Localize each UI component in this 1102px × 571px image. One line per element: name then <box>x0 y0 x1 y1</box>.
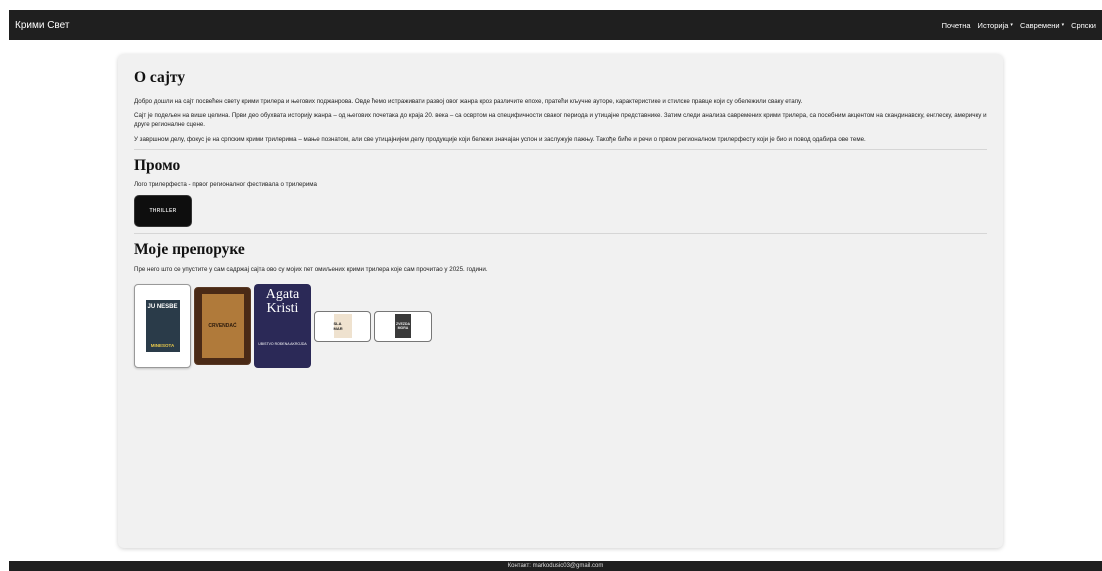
thrillerfest-logo-image[interactable]: THRILLER <box>134 195 192 228</box>
promo-text: Лого трилерфеста - првог регионалног фес… <box>134 180 317 188</box>
nav-item-history-label: Историја <box>977 20 1009 30</box>
about-paragraph-1: Добро дошли на сајт посвећен свету крими… <box>134 98 803 105</box>
about-title: О сајту <box>134 69 186 86</box>
book-cover-3-subtitle: UBISTVO ROĐENA AKROJDA <box>258 342 307 347</box>
book-cover-1-title: JU NESBE <box>147 304 178 311</box>
footer-contact[interactable]: Контакт: markodusic03@gmail.com <box>508 561 604 571</box>
page-footer: Контакт: markodusic03@gmail.com <box>9 561 1102 571</box>
book-cover-3-title: Agata Kristi <box>265 287 300 317</box>
nav-item-home[interactable]: Почетна <box>942 21 971 30</box>
promo-title: Промо <box>134 156 181 174</box>
about-paragraph-2: Сајт је подељен на више целина. Први део… <box>134 112 987 129</box>
recommendations-text: Пре него што се упустите у сам садржај с… <box>134 266 488 274</box>
top-navbar: Крими Свет Почетна Историја ▾ Савремени … <box>9 10 1102 40</box>
nav-item-contemporary-label: Савремени <box>1019 20 1060 30</box>
nav-item-serbian[interactable]: Српски <box>1071 21 1096 30</box>
book-cover-4-title: SLA MAR <box>333 321 343 332</box>
nav-item-history[interactable]: Историја ▾ <box>978 21 1013 30</box>
content-card: О сајту Добро дошли на сајт посвећен све… <box>118 54 1003 548</box>
nav-item-serbian-label: Српски <box>1071 20 1096 30</box>
book-cover-5-title: ZVEZDA MORA <box>396 322 410 331</box>
section-divider <box>134 148 987 150</box>
recommendations-title: Моје препоруке <box>134 241 245 259</box>
nav-item-home-label: Почетна <box>941 20 971 30</box>
book-cover-1-subtitle: MINESOTA <box>150 343 175 349</box>
section-divider <box>134 233 987 235</box>
book-cover-2-title: CRVENDAĆ <box>208 323 237 330</box>
brand-link[interactable]: Крими Свет <box>15 20 69 31</box>
caret-down-icon: ▾ <box>1061 22 1065 28</box>
main-nav: Почетна Историја ▾ Савремени ▾ Српски <box>942 21 1096 30</box>
book-cover-1[interactable]: JU NESBE MINESOTA <box>134 284 191 369</box>
caret-down-icon: ▾ <box>1010 22 1013 28</box>
book-cover-4-art: SLA MAR <box>333 314 352 339</box>
thrillerfest-logo-text: THRILLER <box>149 208 177 215</box>
about-paragraph-3: У завршном делу, фокус је на српским кри… <box>134 135 866 143</box>
book-cover-2-art: CRVENDAĆ <box>201 294 244 359</box>
book-cover-3[interactable]: Agata Kristi UBISTVO ROĐENA AKROJDA <box>254 284 311 369</box>
book-cover-5[interactable]: ZVEZDA MORA <box>374 310 432 342</box>
book-cover-5-art: ZVEZDA MORA <box>395 314 411 339</box>
book-cover-2[interactable]: CRVENDAĆ <box>194 287 251 366</box>
book-cover-1-art: JU NESBE MINESOTA <box>145 300 180 353</box>
book-gallery: JU NESBE MINESOTA CRVENDAĆ Agata Kristi … <box>134 284 987 369</box>
book-cover-4[interactable]: SLA MAR <box>314 310 371 342</box>
nav-item-contemporary[interactable]: Савремени ▾ <box>1020 21 1064 30</box>
